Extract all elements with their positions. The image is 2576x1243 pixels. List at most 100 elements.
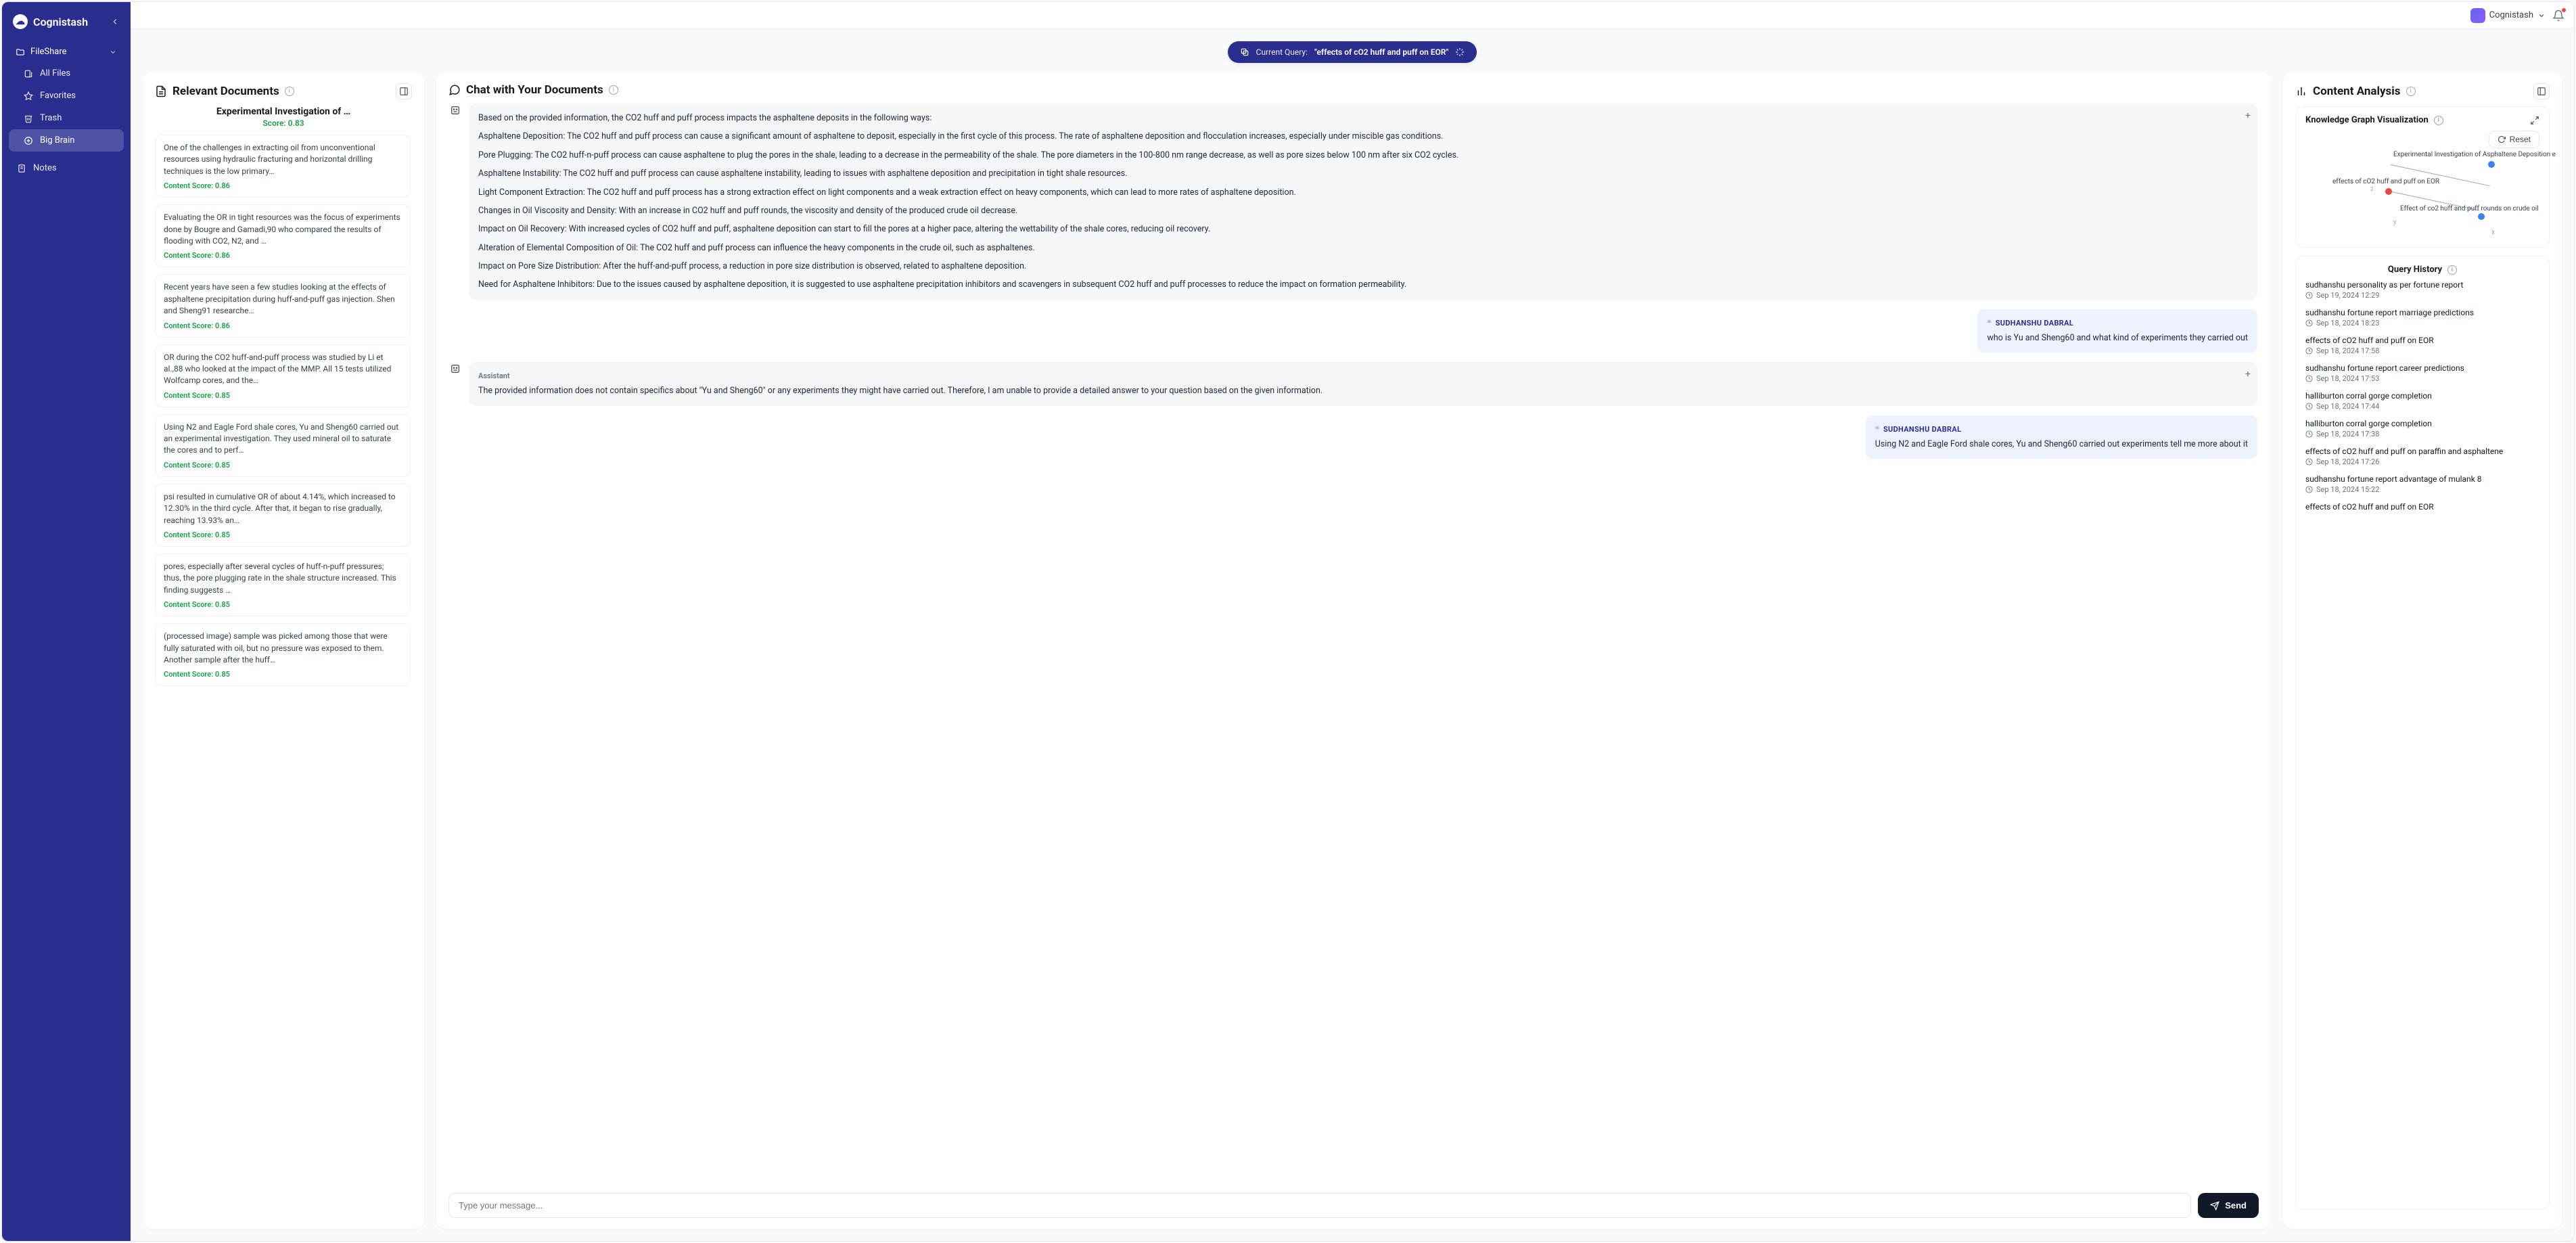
history-item[interactable]: effects of cO2 huff and puff on paraffin… — [2305, 447, 2539, 466]
clock-icon — [2305, 347, 2313, 355]
user-menu[interactable]: Cognistash — [2470, 8, 2546, 23]
graph-count: 2 — [2370, 186, 2374, 192]
clock-icon — [2305, 319, 2313, 327]
sidebar-item-label: All Files — [40, 68, 70, 78]
panel-title: Relevant Documents — [172, 85, 279, 98]
message-bubble: ❝SUDHANSHU DABRAL Using N2 and Eagle For… — [1866, 415, 2257, 459]
copy-icon — [1240, 47, 1249, 57]
sidebar-item-trash[interactable]: Trash — [9, 107, 124, 129]
topbar: Cognistash — [131, 2, 2574, 29]
document-card[interactable]: Recent years have seen a few studies loo… — [155, 274, 411, 337]
document-card[interactable]: pores, especially after several cycles o… — [155, 553, 411, 616]
info-icon[interactable]: i — [2434, 116, 2443, 125]
history-time: Sep 18, 2024 17:58 — [2305, 346, 2539, 355]
doc-excerpt: psi resulted in cumulative OR of about 4… — [164, 491, 402, 526]
panel-expand-button[interactable] — [396, 83, 412, 99]
history-item[interactable]: sudhanshu fortune report career predicti… — [2305, 363, 2539, 383]
graph-node[interactable] — [2488, 161, 2495, 168]
document-card[interactable]: OR during the CO2 huff-and-puff process … — [155, 344, 411, 407]
doc-excerpt: One of the challenges in extracting oil … — [164, 142, 402, 177]
document-card[interactable]: Evaluating the OR in tight resources was… — [155, 204, 411, 267]
document-card[interactable]: psi resulted in cumulative OR of about 4… — [155, 484, 411, 547]
doc-score: Content Score: 0.85 — [164, 600, 402, 609]
history-time: Sep 19, 2024 12:29 — [2305, 291, 2539, 300]
brand: ☁ Cognistash — [9, 12, 124, 41]
refresh-icon — [2498, 135, 2506, 143]
clock-icon — [2305, 458, 2313, 466]
doc-excerpt: Evaluating the OR in tight resources was… — [164, 212, 402, 247]
history-item[interactable]: halliburton corral gorge completionSep 1… — [2305, 419, 2539, 438]
knowledge-graph[interactable]: Experimental Investigation of Asphaltene… — [2305, 151, 2539, 239]
document-list[interactable]: One of the challenges in extracting oil … — [155, 135, 412, 1218]
quote-icon: ❝ — [1875, 424, 1879, 435]
section-label: FileShare — [30, 47, 67, 57]
sidebar-item-label: Favorites — [40, 91, 76, 101]
expand-graph-button[interactable] — [2530, 116, 2539, 125]
chat-icon — [448, 84, 461, 96]
document-card[interactable]: (processed image) sample was picked amon… — [155, 623, 411, 686]
relevant-documents-panel: Relevant Documents i Experimental Invest… — [143, 72, 424, 1229]
reset-graph-button[interactable]: Reset — [2489, 131, 2539, 148]
folder-icon — [16, 47, 25, 57]
knowledge-graph-section: Knowledge Graph Visualization i Reset — [2295, 106, 2550, 248]
info-icon[interactable]: i — [285, 87, 294, 96]
history-item[interactable]: sudhanshu fortune report marriage predic… — [2305, 308, 2539, 327]
history-item[interactable]: effects of cO2 huff and puff on EORSep 1… — [2305, 336, 2539, 355]
document-icon — [155, 85, 167, 97]
info-icon[interactable]: i — [2406, 87, 2416, 96]
history-title: halliburton corral gorge completion — [2305, 391, 2539, 401]
send-button[interactable]: Send — [2198, 1193, 2259, 1218]
main-content: Cognistash Current Query: "effects of cO… — [131, 2, 2574, 1241]
history-title: halliburton corral gorge completion — [2305, 419, 2539, 428]
history-time: Sep 18, 2024 17:53 — [2305, 374, 2539, 383]
chat-input[interactable] — [448, 1193, 2191, 1218]
add-to-notes-button[interactable]: + — [2245, 367, 2251, 382]
current-query-pill[interactable]: Current Query: "effects of cO2 huff and … — [1228, 41, 1477, 63]
graph-node[interactable] — [2385, 188, 2392, 195]
notifications-button[interactable] — [2552, 9, 2564, 22]
bell-icon — [2552, 9, 2564, 22]
sidebar-item-big-brain[interactable]: Big Brain — [9, 129, 124, 152]
query-value: "effects of cO2 huff and puff on EOR" — [1314, 47, 1448, 57]
quote-icon: ❝ — [1987, 317, 1991, 329]
chat-messages[interactable]: + Based on the provided information, the… — [448, 104, 2259, 1186]
sidebar-item-notes[interactable]: Notes — [9, 157, 124, 179]
info-icon[interactable]: i — [609, 85, 618, 95]
history-item[interactable]: effects of cO2 huff and puff on EORSep 1… — [2305, 502, 2539, 510]
add-to-notes-button[interactable]: + — [2245, 109, 2251, 124]
graph-node-label: effects of cO2 huff and puff on EOR — [2332, 178, 2439, 185]
history-item[interactable]: sudhanshu fortune report advantage of mu… — [2305, 474, 2539, 494]
info-icon[interactable]: i — [2447, 265, 2457, 275]
notes-icon — [17, 164, 26, 173]
panel-title: Content Analysis — [2313, 85, 2401, 98]
sidebar-item-label: Notes — [33, 163, 57, 173]
history-time: Sep 18, 2024 17:44 — [2305, 402, 2539, 411]
brand-icon: ☁ — [13, 14, 28, 29]
chat-panel: Chat with Your Documents i + Based on th… — [436, 72, 2271, 1229]
assistant-message: + Based on the provided information, the… — [450, 104, 2257, 300]
history-title: sudhanshu fortune report advantage of mu… — [2305, 474, 2539, 484]
user-message: ❝SUDHANSHU DABRAL who is Yu and Sheng60 … — [450, 309, 2257, 353]
sidebar-item-label: Big Brain — [40, 135, 74, 145]
graph-node[interactable] — [2478, 213, 2485, 220]
query-bar: Current Query: "effects of cO2 huff and … — [131, 29, 2574, 70]
history-list[interactable]: sudhanshu personality as per fortune rep… — [2305, 280, 2539, 510]
sidebar-item-favorites[interactable]: Favorites — [9, 85, 124, 107]
sidebar-collapse-icon[interactable] — [110, 17, 120, 26]
history-title: effects of cO2 huff and puff on EOR — [2305, 336, 2539, 345]
doc-score: Content Score: 0.85 — [164, 670, 402, 679]
assistant-message: + Assistant The provided information doe… — [450, 362, 2257, 405]
sidebar-section-fileshare[interactable]: FileShare — [9, 41, 124, 62]
doc-excerpt: (processed image) sample was picked amon… — [164, 631, 402, 666]
sidebar-item-all-files[interactable]: All Files — [9, 62, 124, 85]
files-icon — [24, 69, 33, 78]
panel-expand-button[interactable] — [2533, 83, 2550, 99]
doc-score: Content Score: 0.86 — [164, 321, 402, 330]
query-history-section: Query History i sudhanshu personality as… — [2295, 256, 2550, 1210]
trash-icon — [24, 114, 33, 123]
document-card[interactable]: Using N2 and Eagle Ford shale cores, Yu … — [155, 414, 411, 477]
document-card[interactable]: One of the challenges in extracting oil … — [155, 135, 411, 198]
history-item[interactable]: halliburton corral gorge completionSep 1… — [2305, 391, 2539, 411]
assistant-icon — [450, 105, 462, 117]
history-item[interactable]: sudhanshu personality as per fortune rep… — [2305, 280, 2539, 300]
